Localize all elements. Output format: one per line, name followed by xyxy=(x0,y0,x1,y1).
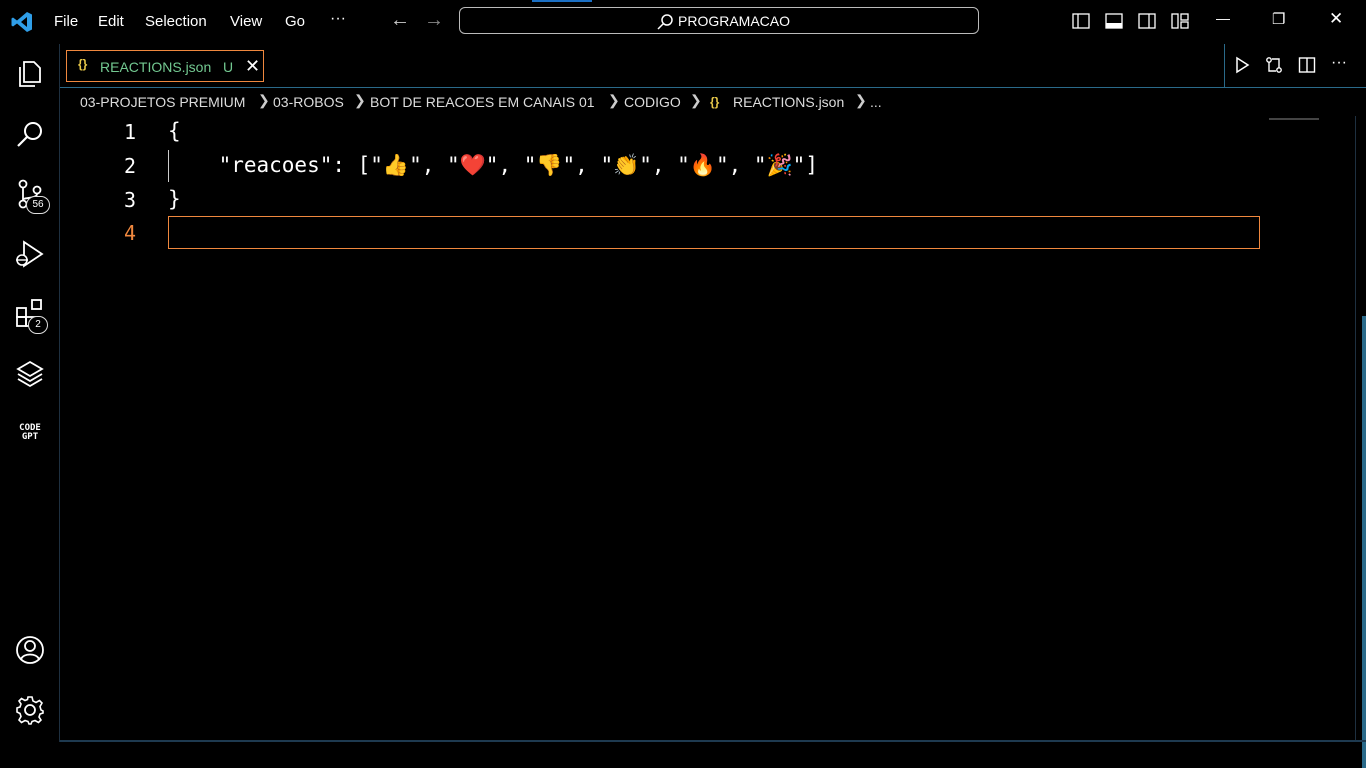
tab-untracked-status: U xyxy=(223,59,234,75)
json-file-icon: {} xyxy=(710,95,720,109)
extensions-badge: 2 xyxy=(28,316,48,334)
editor-actions: ··· xyxy=(1224,44,1366,88)
breadcrumb-item-robos[interactable]: 03-ROBOS xyxy=(273,94,344,110)
menu-edit[interactable]: Edit xyxy=(98,13,124,30)
code-line: } xyxy=(168,187,181,211)
layers-icon[interactable] xyxy=(14,358,46,390)
breadcrumb-item-file[interactable]: REACTIONS.json xyxy=(733,94,844,110)
close-window-icon[interactable]: ✕ xyxy=(1329,9,1343,29)
command-center-accent xyxy=(532,0,592,2)
forward-arrow-icon[interactable]: → xyxy=(424,9,444,32)
search-icon[interactable] xyxy=(14,118,46,150)
source-control-item[interactable]: 56 xyxy=(14,178,58,218)
codegpt-label-line2: GPT xyxy=(21,432,39,442)
minimap[interactable] xyxy=(1269,118,1319,120)
toggle-secondary-sidebar-icon[interactable] xyxy=(1137,11,1157,31)
minimize-icon[interactable]: — xyxy=(1216,10,1230,26)
toggle-primary-sidebar-icon[interactable] xyxy=(1071,11,1091,31)
line-number: 1 xyxy=(123,120,136,144)
menu-selection[interactable]: Selection xyxy=(145,13,207,30)
code-line: "reacoes": ["👍", "❤️", "👎", "👏", "🔥", "🎉… xyxy=(168,153,818,177)
menu-go[interactable]: Go xyxy=(285,13,305,30)
tab-filename: REACTIONS.json xyxy=(100,59,212,75)
line-number-current: 4 xyxy=(123,221,136,245)
more-actions-icon[interactable]: ··· xyxy=(1331,54,1347,72)
search-icon xyxy=(657,14,673,30)
breadcrumb-item-codigo[interactable]: CODIGO xyxy=(624,94,681,110)
settings-gear-icon[interactable] xyxy=(14,694,46,726)
back-arrow-icon[interactable]: ← xyxy=(390,9,410,32)
source-control-badge: 56 xyxy=(26,196,50,214)
tab-reactions-json[interactable]: {} REACTIONS.json U ✕ xyxy=(66,50,264,82)
vertical-scrollbar[interactable] xyxy=(1355,116,1366,768)
json-file-icon: {} xyxy=(78,57,88,71)
explorer-icon[interactable] xyxy=(14,58,46,90)
breadcrumb-item-symbols[interactable]: ... xyxy=(870,94,882,110)
title-bar: File Edit Selection View Go ··· ← → PROG… xyxy=(0,0,1366,44)
menu-view[interactable]: View xyxy=(230,13,262,30)
extensions-item[interactable]: 2 xyxy=(14,298,58,338)
account-icon[interactable] xyxy=(14,634,46,666)
command-center-text: PROGRAMACAO xyxy=(678,13,791,29)
scrollbar-thumb[interactable] xyxy=(1362,316,1366,768)
chevron-right-icon: ❯ xyxy=(258,92,270,108)
vscode-logo-icon xyxy=(11,12,32,32)
current-line-highlight xyxy=(168,216,1260,249)
chevron-right-icon: ❯ xyxy=(690,92,702,108)
breadcrumb-item-bot[interactable]: BOT DE REACOES EM CANAIS 01 xyxy=(370,94,595,110)
command-center[interactable]: PROGRAMACAO xyxy=(459,7,979,34)
customize-layout-icon[interactable] xyxy=(1170,11,1190,31)
tab-close-icon[interactable]: ✕ xyxy=(245,56,260,77)
restore-icon[interactable]: ❐ xyxy=(1272,10,1285,28)
code-line: { xyxy=(168,119,181,143)
codegpt-icon[interactable]: CODE GPT xyxy=(14,424,46,448)
line-number: 2 xyxy=(123,154,136,178)
breadcrumb: 03-PROJETOS PREMIUM ❯ 03-ROBOS ❯ BOT DE … xyxy=(60,88,1366,116)
chevron-right-icon: ❯ xyxy=(855,92,867,108)
split-editor-icon[interactable] xyxy=(1298,56,1316,74)
line-number: 3 xyxy=(123,188,136,212)
editor-tab-bar: {} REACTIONS.json U ✕ ··· xyxy=(60,44,1366,88)
run-debug-icon[interactable] xyxy=(14,238,46,270)
toggle-panel-icon[interactable] xyxy=(1104,11,1124,31)
breadcrumb-item-projetos[interactable]: 03-PROJETOS PREMIUM xyxy=(80,94,245,110)
chevron-right-icon: ❯ xyxy=(354,92,366,108)
activity-bar: 56 2 CODE GPT xyxy=(0,44,60,742)
chevron-right-icon: ❯ xyxy=(608,92,620,108)
code-editor[interactable]: 1 2 3 4 { "reacoes": ["👍", "❤️", "👎", "👏… xyxy=(60,116,1356,742)
menu-file[interactable]: File xyxy=(54,13,78,30)
menu-more[interactable]: ··· xyxy=(330,10,346,28)
run-icon[interactable] xyxy=(1233,56,1251,74)
open-changes-icon[interactable] xyxy=(1265,56,1283,74)
